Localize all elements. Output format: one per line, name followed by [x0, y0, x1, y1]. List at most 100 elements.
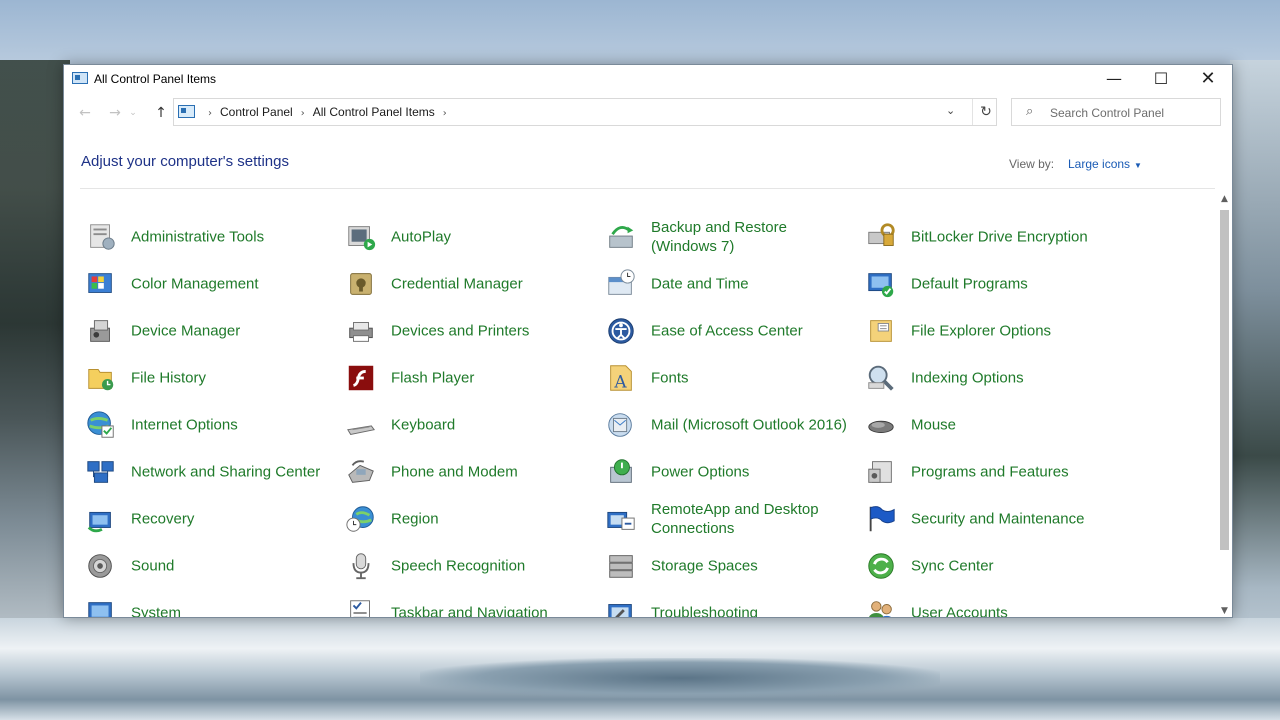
breadcrumb-separator[interactable]: ›: [208, 108, 212, 119]
phone-modem-item[interactable]: Phone and Modem: [344, 452, 599, 492]
internet-options-item[interactable]: Internet Options: [84, 405, 339, 445]
device-manager-item[interactable]: Device Manager: [84, 311, 339, 351]
device-manager-icon: [84, 315, 118, 347]
breadcrumb: › Control Panel › All Control Panel Items ›: [200, 105, 455, 119]
remoteapp-item[interactable]: RemoteApp and Desktop Connections: [604, 499, 859, 539]
recent-locations-button[interactable]: ⌄: [126, 102, 140, 124]
programs-features-item[interactable]: Programs and Features: [864, 452, 1119, 492]
item-label: Default Programs: [911, 275, 1028, 293]
item-label: Troubleshooting: [651, 604, 759, 618]
svg-text:A: A: [613, 371, 627, 391]
network-sharing-item[interactable]: Network and Sharing Center: [84, 452, 339, 492]
internet-options-icon: [84, 409, 118, 441]
window-title: All Control Panel Items: [94, 72, 217, 86]
security-maintenance-item[interactable]: Security and Maintenance: [864, 499, 1119, 539]
date-time-item[interactable]: Date and Time: [604, 264, 859, 304]
item-label: Storage Spaces: [651, 557, 758, 575]
item-label: AutoPlay: [391, 228, 452, 246]
maximize-button[interactable]: ☐: [1138, 65, 1184, 95]
scroll-down-arrow-icon[interactable]: ▼: [1216, 604, 1232, 617]
control-panel-window: All Control Panel Items — ☐ ✕ ← → ⌄ ↑ › C…: [63, 64, 1233, 618]
indexing-options-icon: [864, 362, 898, 394]
item-label: BitLocker Drive Encryption: [911, 228, 1088, 246]
item-label: Mouse: [911, 416, 957, 434]
navigation-bar: ← → ⌄ ↑ › Control Panel › All Control Panel…: [64, 95, 1232, 131]
item-label: Fonts: [651, 369, 689, 387]
fonts-icon: A: [604, 362, 638, 394]
file-history-icon: [84, 362, 118, 394]
vertical-scrollbar[interactable]: ▲ ▼: [1216, 190, 1232, 617]
item-label: Indexing Options: [911, 369, 1024, 387]
item-label: Administrative Tools: [131, 228, 265, 246]
item-label: Speech Recognition: [391, 557, 526, 575]
mail-item[interactable]: Mail (Microsoft Outlook 2016): [604, 405, 859, 445]
item-label: Security and Maintenance: [911, 510, 1085, 528]
breadcrumb-control-panel[interactable]: Control Panel: [220, 105, 293, 119]
minimize-button[interactable]: —: [1091, 65, 1137, 95]
fonts-item[interactable]: A Fonts: [604, 358, 859, 398]
breadcrumb-separator[interactable]: ›: [443, 108, 447, 119]
address-history-button[interactable]: ⌄: [946, 104, 955, 117]
storage-spaces-item[interactable]: Storage Spaces: [604, 546, 859, 586]
view-by-dropdown[interactable]: Large icons ▼: [1068, 157, 1142, 171]
troubleshooting-item[interactable]: Troubleshooting: [604, 593, 859, 618]
bitlocker-item[interactable]: BitLocker Drive Encryption: [864, 217, 1119, 257]
item-label: Region: [391, 510, 439, 528]
autoplay-item[interactable]: AutoPlay: [344, 217, 599, 257]
breadcrumb-separator[interactable]: ›: [301, 108, 305, 119]
item-label: Keyboard: [391, 416, 456, 434]
title-bar[interactable]: All Control Panel Items — ☐ ✕: [64, 65, 1232, 95]
search-box[interactable]: ⌕: [1011, 98, 1221, 126]
default-programs-icon: [864, 268, 898, 300]
bitlocker-icon: [864, 221, 898, 253]
user-accounts-item[interactable]: User Accounts: [864, 593, 1119, 617]
credential-manager-item[interactable]: Credential Manager: [344, 264, 599, 304]
forward-button[interactable]: →: [104, 102, 126, 124]
address-bar[interactable]: › Control Panel › All Control Panel Items › …: [173, 98, 997, 126]
mouse-icon: [864, 409, 898, 441]
item-label: System: [131, 604, 182, 618]
keyboard-item[interactable]: Keyboard: [344, 405, 599, 445]
item-label: Power Options: [651, 463, 750, 481]
item-label: RemoteApp and Desktop Connections: [651, 501, 819, 537]
region-item[interactable]: Region: [344, 499, 599, 539]
sync-center-item[interactable]: Sync Center: [864, 546, 1119, 586]
sound-item[interactable]: Sound: [84, 546, 339, 586]
sound-icon: [84, 550, 118, 582]
item-label: Devices and Printers: [391, 322, 530, 340]
search-input[interactable]: [1048, 101, 1220, 125]
color-management-item[interactable]: Color Management: [84, 264, 339, 304]
up-button[interactable]: ↑: [150, 102, 172, 124]
system-item[interactable]: System: [84, 593, 339, 618]
control-panel-icon: [72, 72, 88, 84]
back-button[interactable]: ←: [74, 102, 96, 124]
file-explorer-options-item[interactable]: File Explorer Options: [864, 311, 1119, 351]
scroll-thumb[interactable]: [1220, 210, 1229, 550]
indexing-options-item[interactable]: Indexing Options: [864, 358, 1119, 398]
power-options-item[interactable]: Power Options: [604, 452, 859, 492]
backup-restore-item[interactable]: Backup and Restore (Windows 7): [604, 217, 859, 257]
scroll-up-arrow-icon[interactable]: ▲: [1216, 192, 1232, 206]
file-explorer-options-icon: [864, 315, 898, 347]
admin-tools-item[interactable]: Administrative Tools: [84, 217, 339, 257]
flash-player-item[interactable]: Flash Player: [344, 358, 599, 398]
search-icon: ⌕: [1026, 104, 1034, 119]
speech-recognition-item[interactable]: Speech Recognition: [344, 546, 599, 586]
region-icon: [344, 503, 378, 535]
color-management-icon: [84, 268, 118, 300]
backup-restore-icon: [604, 221, 638, 253]
flash-player-icon: [344, 362, 378, 394]
breadcrumb-all-items[interactable]: All Control Panel Items: [313, 105, 435, 119]
close-button[interactable]: ✕: [1185, 65, 1231, 95]
item-label: Device Manager: [131, 322, 241, 340]
recovery-item[interactable]: Recovery: [84, 499, 339, 539]
file-history-item[interactable]: File History: [84, 358, 339, 398]
item-label: Sync Center: [911, 557, 994, 575]
devices-printers-icon: [344, 315, 378, 347]
devices-printers-item[interactable]: Devices and Printers: [344, 311, 599, 351]
mouse-item[interactable]: Mouse: [864, 405, 1119, 445]
ease-of-access-item[interactable]: Ease of Access Center: [604, 311, 859, 351]
default-programs-item[interactable]: Default Programs: [864, 264, 1119, 304]
refresh-button[interactable]: ↻: [972, 99, 999, 125]
taskbar-navigation-item[interactable]: Taskbar and Navigation: [344, 593, 599, 617]
